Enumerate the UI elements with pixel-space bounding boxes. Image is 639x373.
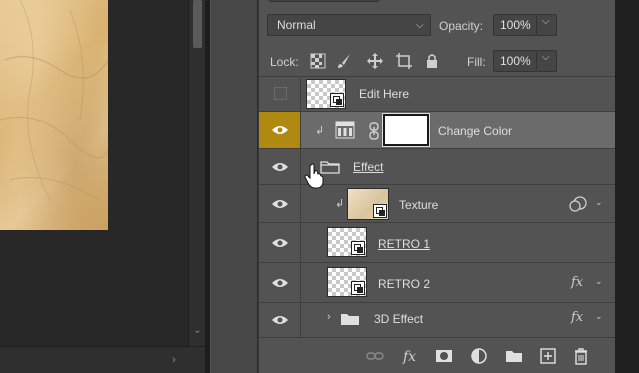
eye-icon[interactable] xyxy=(272,125,288,135)
layer-name: RETRO 2 xyxy=(378,277,431,291)
scroll-right-icon[interactable]: › xyxy=(168,354,180,366)
blend-row: Normal ⌵ Opacity: 100% ⌵ xyxy=(259,10,616,40)
chevron-down-icon[interactable]: ⌄ xyxy=(595,197,603,208)
layer-name: 3D Effect xyxy=(374,312,424,326)
layer-name: Texture xyxy=(399,198,439,212)
document-canvas[interactable] xyxy=(0,0,188,346)
visibility-cell[interactable] xyxy=(259,223,301,262)
chevron-down-icon: ⌵ xyxy=(542,16,550,27)
blend-mode-select[interactable]: Normal ⌵ xyxy=(267,14,431,36)
layer-group-effect[interactable]: ⌄ Effect xyxy=(259,149,616,189)
scroll-down-icon[interactable]: ⌄ xyxy=(192,326,203,336)
filter-effects-icon[interactable] xyxy=(569,196,589,212)
add-mask-icon[interactable] xyxy=(435,347,453,365)
lock-position-icon[interactable] xyxy=(366,52,384,70)
new-adjustment-layer-icon[interactable] xyxy=(470,347,488,365)
group-collapse-chevron-icon[interactable]: › xyxy=(327,311,331,323)
layer-edit-here[interactable]: Edit Here xyxy=(259,77,616,112)
lock-row: Lock: Fill: 100% ⌵ xyxy=(259,46,616,76)
layer-thumbnail xyxy=(306,79,346,109)
chevron-down-icon: ⌵ xyxy=(542,52,550,63)
layer-name: Effect xyxy=(353,160,384,174)
fill-input[interactable]: 100% xyxy=(493,50,537,72)
lock-transparent-pixels-icon[interactable] xyxy=(309,52,327,70)
layers-panel: Normal ⌵ Opacity: 100% ⌵ Lock: Fill: 100… xyxy=(258,0,616,373)
layer-change-color[interactable]: ↲ Change Color xyxy=(259,112,616,149)
opacity-dropdown[interactable]: ⌵ xyxy=(537,14,557,36)
lock-all-icon[interactable] xyxy=(423,52,441,70)
levels-adjustment-icon xyxy=(335,121,355,139)
fill-label: Fill: xyxy=(467,55,486,69)
visibility-cell[interactable] xyxy=(259,303,301,337)
horizontal-scrollbar[interactable]: › xyxy=(0,346,205,373)
link-icon[interactable] xyxy=(368,122,380,140)
panel-tab[interactable] xyxy=(269,0,379,2)
layer-effects-icon[interactable]: fx xyxy=(571,310,583,325)
folder-icon xyxy=(341,314,359,325)
clipping-arrow-icon: ↲ xyxy=(315,125,325,137)
window-edge xyxy=(615,0,639,373)
layers-bottom-toolbar: fx xyxy=(259,337,616,373)
add-layer-style-icon[interactable]: fx xyxy=(402,347,420,365)
svg-text:fx: fx xyxy=(402,349,416,365)
visibility-cell[interactable] xyxy=(259,112,301,148)
eye-icon[interactable] xyxy=(272,199,288,209)
layer-retro-1[interactable]: RETRO 1 xyxy=(259,223,616,263)
clipping-arrow-icon: ↲ xyxy=(335,198,345,210)
opacity-input[interactable]: 100% xyxy=(493,14,537,36)
layer-effects-icon[interactable]: fx xyxy=(571,275,583,290)
collapsed-panel-strip xyxy=(210,0,258,373)
layer-group-3d-effect[interactable]: › 3D Effect fx ⌄ xyxy=(259,303,616,337)
visibility-cell[interactable] xyxy=(259,263,301,302)
chevron-down-icon: ⌵ xyxy=(416,20,424,31)
smart-object-icon xyxy=(351,281,365,295)
layer-retro-2[interactable]: RETRO 2 fx ⌄ xyxy=(259,263,616,303)
visibility-cell[interactable] xyxy=(259,185,301,222)
eye-icon[interactable] xyxy=(272,238,288,248)
smart-object-icon xyxy=(351,241,365,255)
lock-label: Lock: xyxy=(270,55,299,69)
visibility-cell[interactable] xyxy=(259,77,301,111)
paper-texture-image xyxy=(0,0,108,230)
layer-thumbnail xyxy=(347,188,389,220)
delete-layer-icon[interactable] xyxy=(572,347,590,365)
new-layer-icon[interactable] xyxy=(539,347,557,365)
lock-artboard-icon[interactable] xyxy=(395,52,413,70)
layer-mask-thumbnail[interactable] xyxy=(382,113,430,147)
layer-texture[interactable]: ↲ Texture ⌄ xyxy=(259,185,616,223)
scrollbar-thumb[interactable] xyxy=(193,0,202,48)
visibility-off-icon[interactable] xyxy=(274,87,287,100)
link-layers-icon[interactable] xyxy=(366,347,384,365)
layer-thumbnail xyxy=(327,267,367,297)
vertical-scrollbar[interactable]: ⌄ xyxy=(188,0,205,346)
layer-name: Edit Here xyxy=(359,87,410,101)
lock-image-pixels-icon[interactable] xyxy=(335,52,353,70)
layer-name: Change Color xyxy=(438,124,513,138)
eye-icon[interactable] xyxy=(272,278,288,288)
chevron-down-icon[interactable]: ⌄ xyxy=(595,311,603,322)
layer-thumbnail xyxy=(327,227,367,257)
new-group-icon[interactable] xyxy=(505,347,523,365)
chevron-down-icon[interactable]: ⌄ xyxy=(595,276,603,287)
eye-icon[interactable] xyxy=(272,162,288,172)
visibility-cell[interactable] xyxy=(259,149,301,184)
layer-name: RETRO 1 xyxy=(378,237,431,251)
blend-mode-value: Normal xyxy=(277,18,316,32)
layers-list: Edit Here ↲ Change Color Effect ↲ Textur… xyxy=(259,77,616,337)
smart-object-icon xyxy=(373,204,387,218)
fill-dropdown[interactable]: ⌵ xyxy=(537,50,557,72)
smart-object-icon xyxy=(330,93,344,107)
eye-icon[interactable] xyxy=(272,315,288,325)
opacity-label: Opacity: xyxy=(439,19,484,33)
